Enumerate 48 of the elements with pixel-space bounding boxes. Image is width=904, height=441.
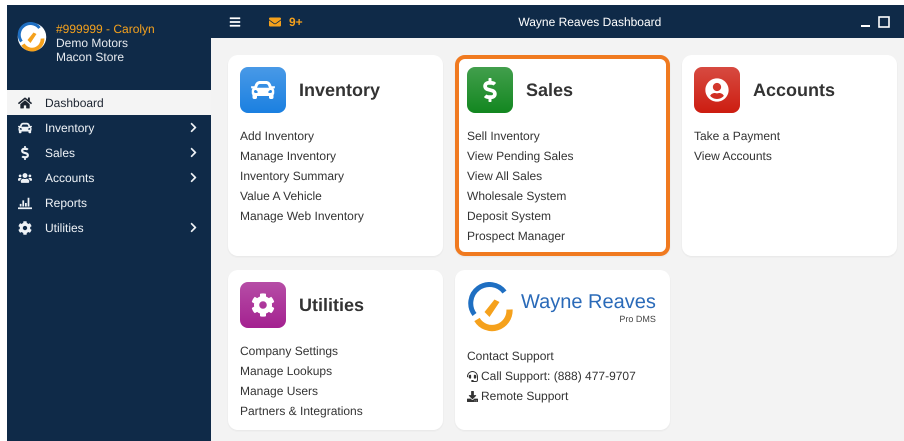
gear-icon	[17, 220, 33, 234]
card-link[interactable]: Inventory Summary	[240, 166, 431, 186]
download-icon	[467, 390, 478, 402]
sidebar-item[interactable]: Utilities	[7, 215, 211, 240]
sidebar-item[interactable]: Dashboard	[7, 90, 211, 115]
card-link[interactable]: Sell Inventory	[467, 126, 658, 146]
card-link[interactable]: Manage Web Inventory	[240, 206, 431, 226]
brand-subtitle: Pro DMS	[619, 314, 656, 324]
card-link[interactable]: Manage Lookups	[240, 361, 431, 381]
sidebar-item[interactable]: Accounts	[7, 165, 211, 190]
support-link[interactable]: Call Support: (888) 477-9707	[467, 366, 658, 386]
bar-chart-icon	[17, 196, 33, 210]
card-link[interactable]: Manage Users	[240, 381, 431, 401]
company-logo-icon	[17, 22, 47, 52]
support-link[interactable]: Contact Support	[467, 346, 658, 366]
card-link[interactable]: Deposit System	[467, 206, 658, 226]
card-link[interactable]: Prospect Manager	[467, 226, 658, 246]
card-link[interactable]: View Accounts	[694, 146, 885, 166]
card-link[interactable]: Take a Payment	[694, 126, 885, 146]
mail-icon	[269, 16, 281, 28]
support-link[interactable]: Remote Support	[467, 386, 658, 406]
card-link[interactable]: Value A Vehicle	[240, 186, 431, 206]
card-link[interactable]: View Pending Sales	[467, 146, 658, 166]
headset-icon	[467, 370, 478, 382]
card-title: Sales	[526, 80, 574, 100]
card-link[interactable]: Partners & Integrations	[240, 401, 431, 421]
home-icon	[17, 96, 33, 110]
window-title: Wayne Reaves Dashboard	[517, 14, 662, 28]
sidebar-item[interactable]: Reports	[7, 190, 211, 215]
account-name: #999999 - Carolyn	[56, 22, 155, 36]
card-title: Inventory	[299, 80, 380, 100]
card-link[interactable]: View All Sales	[467, 166, 658, 186]
store-name: Macon Store	[56, 50, 126, 64]
maximize-icon	[878, 16, 890, 28]
car-icon	[17, 120, 33, 134]
people-icon	[17, 170, 33, 184]
minimize-icon	[861, 24, 870, 26]
mail-button[interactable]: 9+	[269, 14, 303, 28]
brand-name: Wayne Reaves	[521, 290, 656, 314]
card-link[interactable]: Manage Inventory	[240, 146, 431, 166]
card-link[interactable]: Company Settings	[240, 341, 431, 361]
sidebar-item[interactable]: Sales	[7, 140, 211, 165]
card-link[interactable]: Add Inventory	[240, 126, 431, 146]
card-title: Accounts	[753, 80, 836, 100]
sidebar-item[interactable]: Inventory	[7, 115, 211, 140]
dealer-name: Demo Motors	[56, 36, 130, 50]
card-link[interactable]: Wholesale System	[467, 186, 658, 206]
card-title: Utilities	[299, 294, 364, 316]
